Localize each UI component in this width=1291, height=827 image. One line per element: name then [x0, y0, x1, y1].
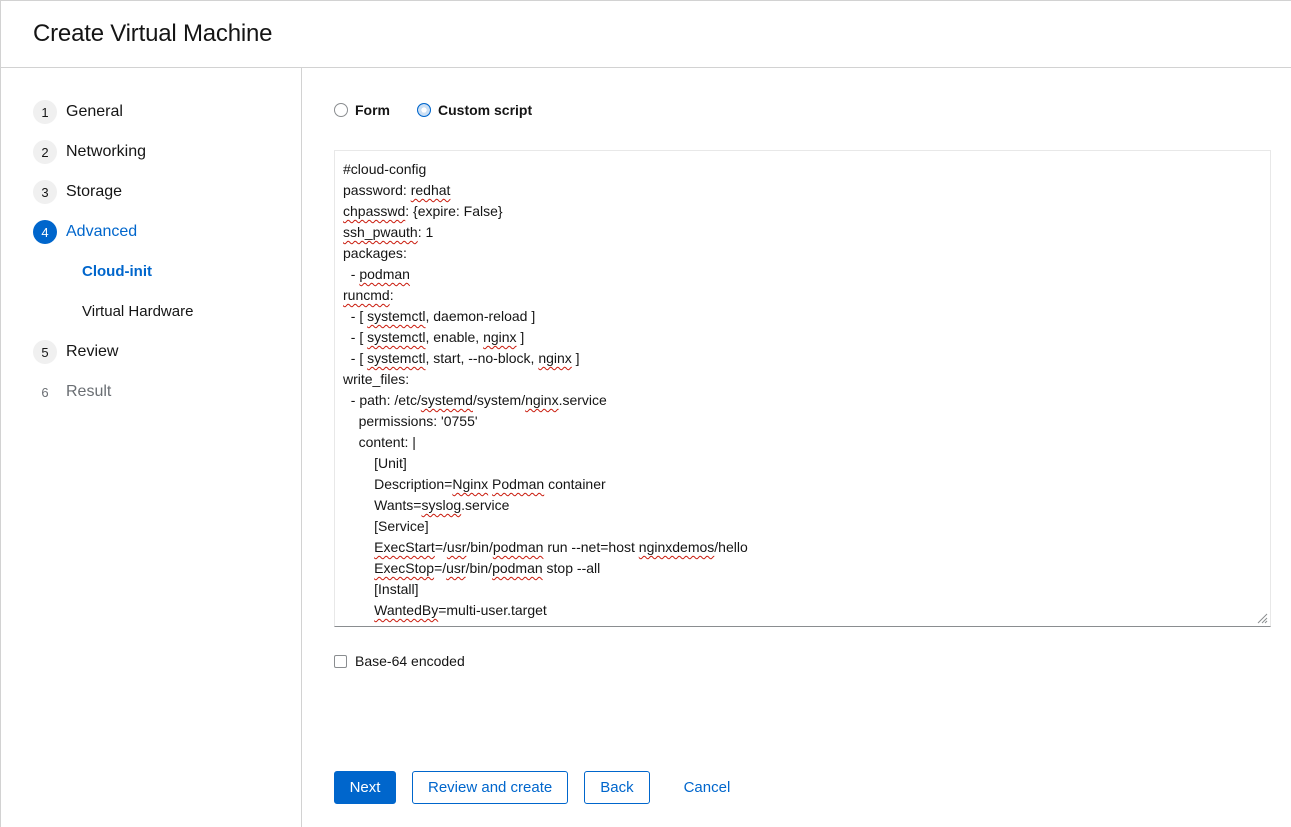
script-line: - [ systemctl, enable, nginx ] [343, 329, 525, 345]
script-line: - [ systemctl, start, --no-block, nginx … [343, 350, 580, 366]
form-radio[interactable]: Form [334, 102, 390, 118]
base64-checkbox[interactable] [334, 654, 347, 668]
radio-checked-icon[interactable] [417, 103, 431, 117]
page-title: Create Virtual Machine [33, 20, 273, 47]
wizard-nav: 1 General 2 Networking 3 Storage 4 Advan… [1, 68, 302, 827]
nav-substep-cloud-init[interactable]: Cloud-init [82, 263, 152, 280]
nav-step-networking[interactable]: 2 Networking [33, 139, 146, 165]
script-line: - [ systemctl, daemon-reload ] [343, 308, 536, 324]
resize-handle-icon[interactable] [1256, 612, 1268, 624]
step-label: General [66, 103, 123, 120]
radio-label: Custom script [438, 102, 533, 118]
base64-checkbox-row[interactable]: Base-64 encoded [334, 653, 465, 669]
mode-radio-group: Form Custom script [334, 102, 559, 118]
custom-script-radio[interactable]: Custom script [417, 102, 532, 118]
script-line: password: redhat [343, 182, 451, 198]
wizard-header: Create Virtual Machine [1, 0, 1291, 68]
base64-label: Base-64 encoded [355, 653, 465, 669]
script-line: [Install] [343, 581, 419, 597]
script-line: ssh_pwauth: 1 [343, 224, 434, 240]
script-content: #cloud-config password: redhat chpasswd: {… [343, 159, 1262, 621]
radio-unchecked-icon[interactable] [334, 103, 348, 117]
wizard-frame: Create Virtual Machine 1 General 2 Netwo… [0, 0, 1291, 827]
script-line: #cloud-config [343, 161, 427, 177]
script-line: [Service] [343, 518, 429, 534]
wizard-main: Form Custom script #cloud-config password… [302, 68, 1291, 827]
script-line: packages: [343, 245, 407, 261]
nav-substep-virtual-hardware[interactable]: Virtual Hardware [82, 303, 193, 320]
review-and-create-button[interactable]: Review and create [412, 771, 569, 804]
step-number: 2 [33, 140, 57, 164]
script-line: Description=Nginx Podman container [374, 476, 606, 492]
step-label: Advanced [66, 223, 138, 240]
step-number: 5 [33, 340, 57, 364]
nav-step-advanced[interactable]: 4 Advanced [33, 219, 137, 245]
script-line: write_files: [343, 371, 410, 387]
script-line: Wants=syslog.service [374, 497, 510, 513]
script-line: [Unit] [343, 455, 407, 471]
script-line: content: | [358, 434, 416, 450]
step-label: Storage [66, 183, 123, 200]
radio-label: Form [355, 102, 390, 118]
script-line: ExecStop=/usr/bin/podman stop --all [374, 560, 601, 576]
custom-script-textarea[interactable]: #cloud-config password: redhat chpasswd: {… [334, 150, 1271, 627]
nav-step-result: 6 Result [33, 379, 111, 405]
step-label: Networking [66, 143, 147, 160]
wizard-footer: Next Review and create Back Cancel [334, 771, 746, 804]
nav-step-review[interactable]: 5 Review [33, 339, 118, 365]
step-number: 4 [33, 220, 57, 244]
nav-step-general[interactable]: 1 General [33, 99, 123, 125]
step-label: Review [66, 343, 119, 360]
step-number: 1 [33, 100, 57, 124]
nav-step-storage[interactable]: 3 Storage [33, 179, 122, 205]
script-line: WantedBy=multi-user.target [374, 602, 547, 618]
script-line: - podman [343, 266, 410, 282]
script-line: ExecStart=/usr/bin/podman run --net=host… [374, 539, 748, 555]
step-label: Result [66, 383, 112, 400]
script-line: chpasswd: {expire: False} [343, 203, 503, 219]
script-line: runcmd: [343, 287, 394, 303]
script-line: permissions: '0755' [358, 413, 478, 429]
step-number: 3 [33, 180, 57, 204]
back-button[interactable]: Back [584, 771, 650, 804]
step-number: 6 [41, 384, 49, 400]
script-line: - path: /etc/systemd/system/nginx.servic… [343, 392, 607, 408]
next-button[interactable]: Next [334, 771, 396, 804]
cancel-button[interactable]: Cancel [668, 771, 747, 804]
